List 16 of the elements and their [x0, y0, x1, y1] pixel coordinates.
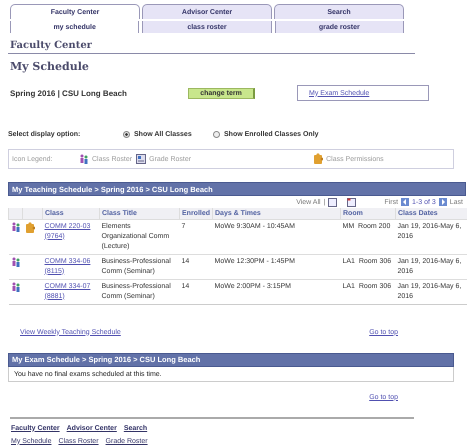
zoom-icon[interactable]	[328, 198, 338, 206]
people-icon[interactable]	[10, 282, 20, 292]
people-icon[interactable]	[10, 222, 20, 232]
term-label: Spring 2016 | CSU Long Beach	[10, 88, 128, 98]
radio-button[interactable]	[213, 131, 220, 138]
previous-icon[interactable]	[401, 198, 410, 206]
people-icon[interactable]	[10, 256, 20, 266]
radio-button[interactable]	[123, 131, 130, 138]
people-icon	[79, 154, 89, 164]
grade-sheet-icon	[136, 154, 146, 164]
puzzle-icon	[313, 153, 324, 165]
page-heading: Faculty Center	[8, 40, 415, 54]
puzzle-icon[interactable]	[24, 222, 34, 234]
download-icon[interactable]	[347, 198, 356, 206]
next-icon[interactable]	[438, 198, 447, 206]
page-title: My Schedule	[10, 60, 90, 73]
